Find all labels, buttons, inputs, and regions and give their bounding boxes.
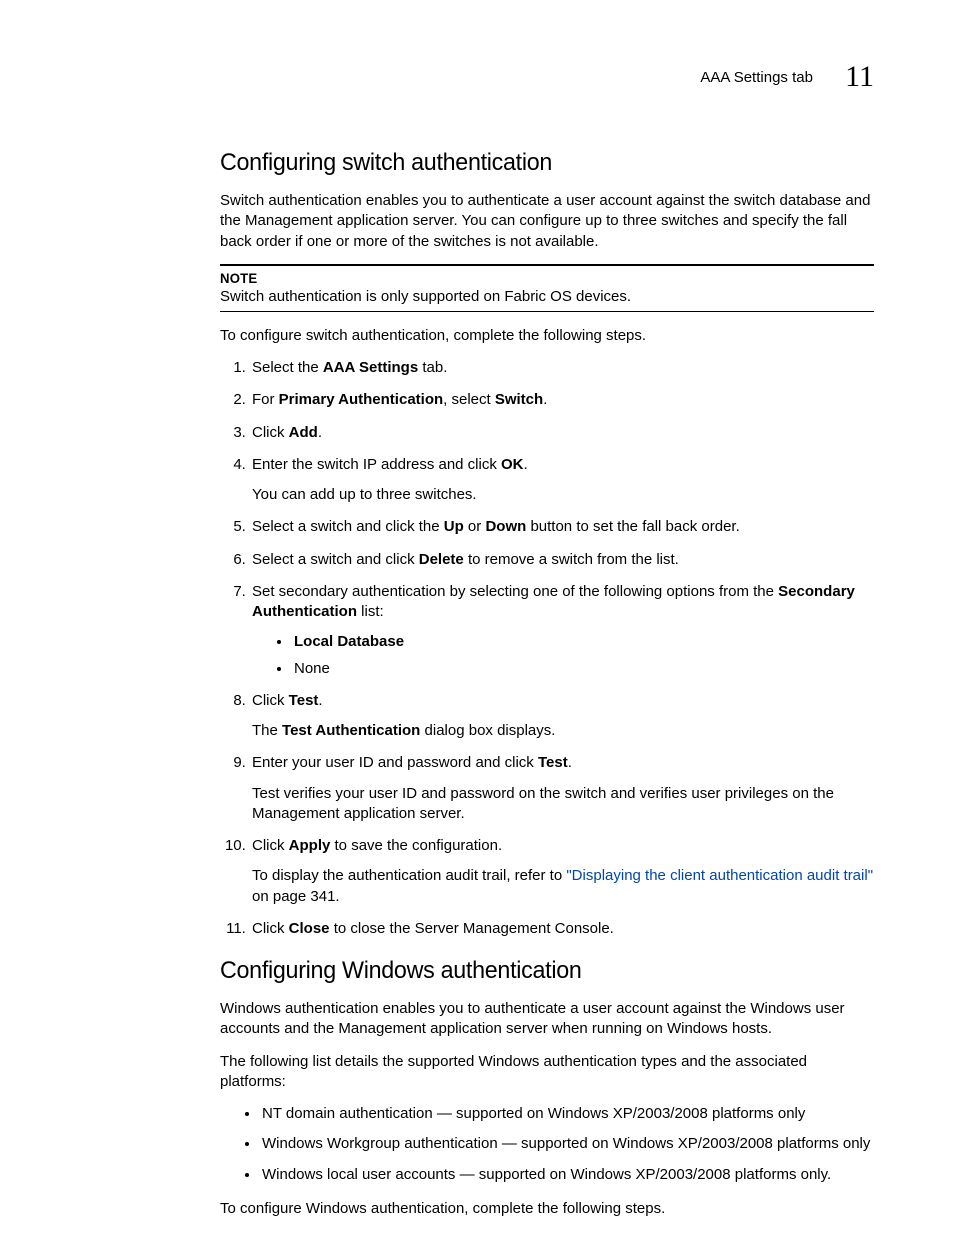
step-text: or xyxy=(464,518,486,535)
ui-label: Test xyxy=(289,692,319,709)
step-text: Select a switch and click xyxy=(252,551,419,568)
step-text: , select xyxy=(443,391,495,408)
step-text: Click xyxy=(252,424,289,441)
step-2: For Primary Authentication, select Switc… xyxy=(250,390,874,410)
ui-label: Switch xyxy=(495,391,543,408)
note-block: NOTE Switch authentication is only suppo… xyxy=(220,264,874,312)
step-text: . xyxy=(318,692,322,709)
step-text: Click xyxy=(252,692,289,709)
step-text: . xyxy=(543,391,547,408)
ui-label: Apply xyxy=(289,837,331,854)
step-text: Enter your user ID and password and clic… xyxy=(252,754,538,771)
step-subtext-part: on page 341. xyxy=(252,888,340,905)
step-subtext: You can add up to three switches. xyxy=(252,485,874,505)
option-local-database: Local Database xyxy=(292,632,874,652)
section-title-switch-auth: Configuring switch authentication xyxy=(220,149,854,177)
ui-label: AAA Settings xyxy=(323,359,418,376)
step-text: to close the Server Management Console. xyxy=(330,920,614,937)
list-item: NT domain authentication — supported on … xyxy=(260,1104,874,1124)
note-text: Switch authentication is only supported … xyxy=(220,288,874,305)
step-text: . xyxy=(568,754,572,771)
step-text: to save the configuration. xyxy=(330,837,502,854)
note-label: NOTE xyxy=(220,270,835,286)
lead-in-paragraph: To configure switch authentication, comp… xyxy=(220,326,874,346)
step-subtext: To display the authentication audit trai… xyxy=(252,866,874,907)
step-text: For xyxy=(252,391,279,408)
windows-intro-paragraph: Windows authentication enables you to au… xyxy=(220,999,874,1040)
ui-label: Close xyxy=(289,920,330,937)
step-9: Enter your user ID and password and clic… xyxy=(250,753,874,824)
step-text: Click xyxy=(252,837,289,854)
step-11: Click Close to close the Server Manageme… xyxy=(250,919,874,939)
step-text: Select a switch and click the xyxy=(252,518,444,535)
option-none: None xyxy=(292,659,874,679)
list-item: Windows Workgroup authentication — suppo… xyxy=(260,1134,874,1154)
windows-steps-lead-in: To configure Windows authentication, com… xyxy=(220,1199,874,1219)
header-tab-label: AAA Settings tab xyxy=(700,69,813,86)
step-text: Click xyxy=(252,920,289,937)
step-5: Select a switch and click the Up or Down… xyxy=(250,517,874,537)
ui-label: Test Authentication xyxy=(282,722,420,739)
ui-label: Test xyxy=(538,754,568,771)
page-container: AAA Settings tab 11 Configuring switch a… xyxy=(0,0,954,1235)
ui-label: Down xyxy=(485,518,526,535)
step-text: Select the xyxy=(252,359,323,376)
step-subtext-part: To display the authentication audit trai… xyxy=(252,867,566,884)
step-7: Set secondary authentication by selectin… xyxy=(250,582,874,679)
cross-reference-link[interactable]: "Displaying the client authentication au… xyxy=(566,867,873,884)
step-subtext-part: The xyxy=(252,722,282,739)
step-text: . xyxy=(318,424,322,441)
step-4: Enter the switch IP address and click OK… xyxy=(250,455,874,506)
step-text: button to set the fall back order. xyxy=(526,518,739,535)
step-7-options: Local Database None xyxy=(252,632,874,679)
option-label: Local Database xyxy=(294,633,404,650)
windows-auth-types-list: NT domain authentication — supported on … xyxy=(220,1104,874,1185)
step-10: Click Apply to save the configuration. T… xyxy=(250,836,874,907)
step-subtext-part: dialog box displays. xyxy=(420,722,555,739)
step-subtext: The Test Authentication dialog box displ… xyxy=(252,721,874,741)
step-text: Enter the switch IP address and click xyxy=(252,456,501,473)
content-area: Configuring switch authentication Switch… xyxy=(220,149,874,1219)
step-1: Select the AAA Settings tab. xyxy=(250,358,874,378)
section-title-windows-auth: Configuring Windows authentication xyxy=(220,957,854,985)
ui-label: OK xyxy=(501,456,524,473)
ui-label: Add xyxy=(289,424,318,441)
step-text: Set secondary authentication by selectin… xyxy=(252,583,778,600)
steps-list: Select the AAA Settings tab. For Primary… xyxy=(220,358,874,939)
step-text: tab. xyxy=(418,359,447,376)
step-3: Click Add. xyxy=(250,423,874,443)
step-subtext: Test verifies your user ID and password … xyxy=(252,784,874,825)
step-6: Select a switch and click Delete to remo… xyxy=(250,550,874,570)
ui-label: Delete xyxy=(419,551,464,568)
option-label: None xyxy=(294,660,330,677)
running-header: AAA Settings tab 11 xyxy=(80,60,874,94)
windows-list-lead: The following list details the supported… xyxy=(220,1052,874,1093)
ui-label: Primary Authentication xyxy=(279,391,443,408)
list-item: Windows local user accounts — supported … xyxy=(260,1165,874,1185)
step-8: Click Test. The Test Authentication dial… xyxy=(250,691,874,742)
step-text: list: xyxy=(357,603,384,620)
ui-label: Up xyxy=(444,518,464,535)
step-text: . xyxy=(524,456,528,473)
intro-paragraph: Switch authentication enables you to aut… xyxy=(220,191,874,252)
step-text: to remove a switch from the list. xyxy=(464,551,679,568)
header-chapter-number: 11 xyxy=(845,60,874,94)
